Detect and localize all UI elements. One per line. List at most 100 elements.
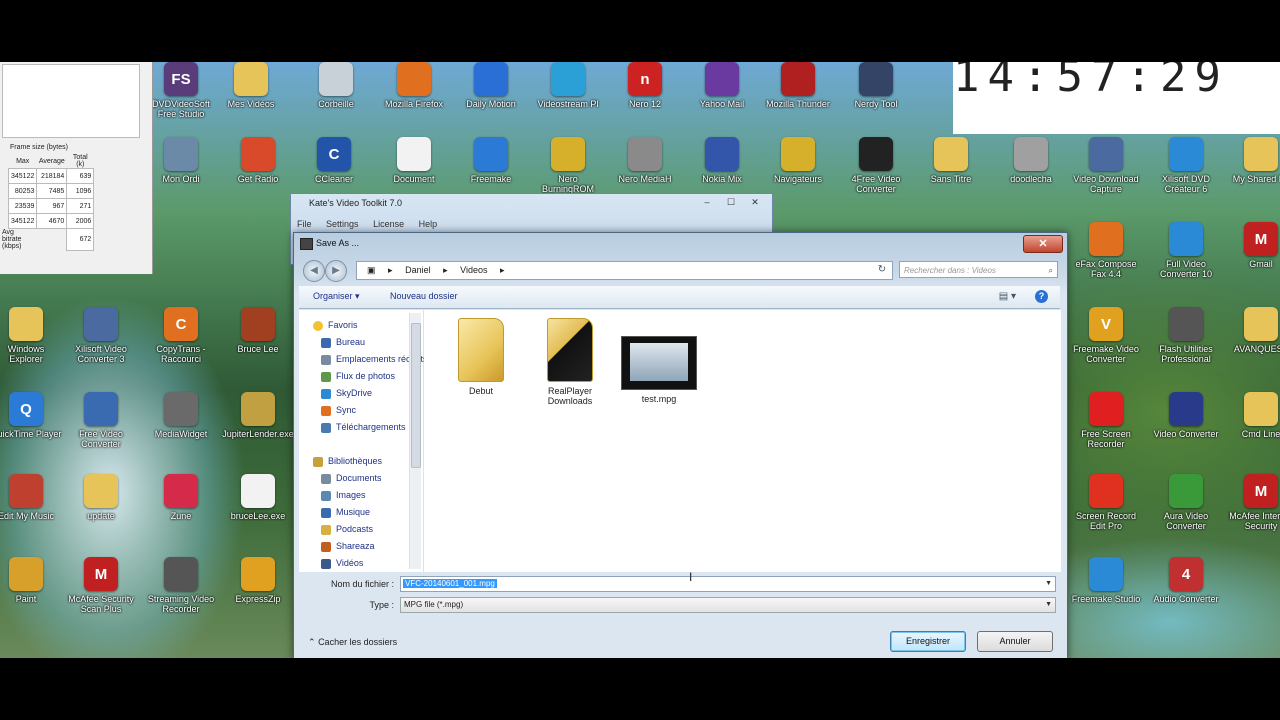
desktop-icon-mozilla-firefox[interactable]: Mozilla Firefox — [378, 62, 450, 138]
forward-button[interactable]: ▶ — [325, 260, 347, 282]
desktop-icon-paint[interactable]: Paint — [0, 557, 62, 633]
desktop-icon-cmd-line[interactable]: Cmd Line — [1225, 392, 1280, 468]
desktop-icon-dvdvideosoft-free-studio[interactable]: FS DVDVideoSoft Free Studio — [145, 62, 217, 138]
desktop-icon-videostream-pl[interactable]: Videostream Pl — [532, 62, 604, 138]
breadcrumb-daniel[interactable]: Daniel — [405, 265, 431, 275]
app-icon — [84, 307, 118, 341]
app-icon — [1089, 557, 1123, 591]
desktop-icon-video-download-capture[interactable]: Video Download Capture — [1070, 137, 1142, 213]
app-icon — [1169, 307, 1203, 341]
desktop-icon-edit-my-music[interactable]: Edit My Music — [0, 474, 62, 550]
app-icon: V — [1089, 307, 1123, 341]
dialog-close-button[interactable]: ✕ — [1023, 235, 1063, 253]
desktop-icon-windows-explorer[interactable]: Windows Explorer — [0, 307, 62, 383]
desktop-icon-copytrans-raccourci[interactable]: C CopyTrans - Raccourci — [145, 307, 217, 383]
desktop-icon-full-video-converter-10[interactable]: Full Video Converter 10 — [1150, 222, 1222, 298]
menu-file[interactable]: File — [297, 219, 312, 229]
desktop-icon-sans-titre[interactable]: Sans Titre — [915, 137, 987, 213]
search-input[interactable]: Rechercher dans : Videos ⌕ — [899, 261, 1058, 278]
desktop-icon-video-converter[interactable]: Video Converter — [1150, 392, 1222, 468]
type-select[interactable]: MPG file (*.mpg) ▼ — [400, 597, 1056, 613]
menu-settings[interactable]: Settings — [326, 219, 359, 229]
breadcrumb-sep: ▸ — [500, 265, 505, 275]
desktop-icon-free-screen-recorder[interactable]: Free Screen Recorder — [1070, 392, 1142, 468]
save-button[interactable]: Enregistrer — [890, 631, 966, 652]
app-icon — [551, 62, 585, 96]
desktop-icon-label: Windows Explorer — [7, 344, 45, 364]
desktop-icon-label: Sans Titre — [930, 174, 972, 184]
desktop-icon-xilisoft-dvd-cr-ateur-6[interactable]: Xilisoft DVD Créateur 6 — [1150, 137, 1222, 213]
filename-input[interactable]: VFC-20140601_001.mpg ▼ — [400, 576, 1056, 592]
desktop-icon-brucelee-exe[interactable]: bruceLee.exe — [222, 474, 294, 550]
file-item[interactable]: RealPlayer Downloads — [525, 318, 615, 406]
desktop-icon-update[interactable]: update — [65, 474, 137, 550]
desktop-icon-free-video-converter[interactable]: Free Video Converter — [65, 392, 137, 468]
desktop-icon-nerdy-tool[interactable]: Nerdy Tool — [840, 62, 912, 138]
address-bar[interactable]: ▣ ▸ Daniel ▸ Videos ▸ — [356, 261, 893, 280]
desktop-icon-daily-motion[interactable]: Daily Motion — [455, 62, 527, 138]
desktop-icon-mes-vid-os[interactable]: Mes Vidéos — [215, 62, 287, 138]
view-options-icon[interactable]: ▤ ▾ — [999, 291, 1016, 302]
nav-scrollbar[interactable] — [409, 313, 421, 569]
chevron-down-icon[interactable]: ▼ — [1045, 598, 1052, 612]
desktop-icon-mediawidget[interactable]: MediaWidget — [145, 392, 217, 468]
menu-bar: File Settings License Help — [297, 219, 449, 229]
file-item[interactable]: Debut — [436, 318, 526, 396]
back-button[interactable]: ◀ — [303, 260, 325, 282]
breadcrumb-videos[interactable]: Videos — [460, 265, 487, 275]
refresh-icon[interactable]: ↻ — [873, 261, 891, 278]
desktop-icon-corbeille[interactable]: Corbeille — [300, 62, 372, 138]
desktop-icon-avanquest[interactable]: AVANQUEST — [1225, 307, 1280, 383]
search-icon[interactable]: ⌕ — [1049, 262, 1053, 279]
desktop-icon-yahoo-mail[interactable]: Yahoo Mail — [686, 62, 758, 138]
desktop-icon-nero-12[interactable]: n Nero 12 — [609, 62, 681, 138]
help-icon[interactable]: ? — [1035, 290, 1048, 303]
cancel-button[interactable]: Annuler — [977, 631, 1053, 652]
desktop-icon-zune[interactable]: Zune — [145, 474, 217, 550]
desktop-icon-label: Xilisoft Video Converter 3 — [75, 344, 127, 364]
desktop-icon-4free-video-converter[interactable]: 4Free Video Converter — [840, 137, 912, 213]
desktop-icon-streaming-video-recorder[interactable]: Streaming Video Recorder — [145, 557, 217, 633]
hide-folders-toggle[interactable]: ⌃ Cacher les dossiers — [308, 637, 397, 648]
desktop-icon-label: Free Video Converter — [79, 429, 123, 449]
desktop-icon-screen-record-edit-pro[interactable]: Screen Record Edit Pro — [1070, 474, 1142, 550]
desktop-icon-my-shared-fo[interactable]: My Shared Fo — [1225, 137, 1280, 213]
desktop-icon-jupiterlender-exe[interactable]: JupiterLender.exe — [222, 392, 294, 468]
app-icon — [705, 137, 739, 171]
desktop-icon-mcafee-security-scan-plus[interactable]: M McAfee Security Scan Plus — [65, 557, 137, 633]
chevron-down-icon[interactable]: ▼ — [1045, 577, 1052, 591]
desktop-icon-get-radio[interactable]: Get Radio — [222, 137, 294, 213]
nav-libraries[interactable]: Bibliothèques — [313, 453, 423, 469]
minimize-button[interactable]: – — [698, 196, 716, 208]
maximize-button[interactable]: ☐ — [722, 196, 740, 208]
desktop-icon-xilisoft-video-converter-3[interactable]: Xilisoft Video Converter 3 — [65, 307, 137, 383]
desktop-icon-expresszip[interactable]: ExpressZip — [222, 557, 294, 633]
desktop-icon-quicktime-player[interactable]: Q QuickTime Player — [0, 392, 62, 468]
desktop-icon-efax-compose-fax-4-4[interactable]: eFax Compose Fax 4.4 — [1070, 222, 1142, 298]
command-bar: Organiser ▾ Nouveau dossier ▤ ▾ ? — [299, 286, 1060, 309]
app-icon — [319, 62, 353, 96]
file-item[interactable]: test.mpg — [614, 336, 704, 404]
desktop-icon-mozilla-thunder[interactable]: Mozilla Thunder — [762, 62, 834, 138]
desktop-icon-doodlecha[interactable]: doodlecha — [995, 137, 1067, 213]
app-icon — [397, 137, 431, 171]
desktop-icon-bruce-lee[interactable]: Bruce Lee — [222, 307, 294, 383]
desktop-icon-freemake-studio[interactable]: Freemake Studio — [1070, 557, 1142, 633]
new-folder-button[interactable]: Nouveau dossier — [390, 291, 458, 301]
desktop-icon-gmail[interactable]: M Gmail — [1225, 222, 1280, 298]
nav-favorites[interactable]: Favoris — [313, 317, 423, 333]
desktop-icon-aura-video-converter[interactable]: Aura Video Converter — [1150, 474, 1222, 550]
desktop-icon-audio-converter[interactable]: 4 Audio Converter — [1150, 557, 1222, 633]
folder-icon — [458, 318, 504, 382]
desktop-icon-freemake-video-converter[interactable]: V Freemake Video Converter — [1070, 307, 1142, 383]
desktop-icon-mcafee-internet-security[interactable]: M McAfee Internet Security — [1225, 474, 1280, 550]
stats-row: 345122 4670 2006 — [0, 213, 95, 229]
close-button[interactable]: ✕ — [746, 196, 764, 208]
app-icon — [1244, 392, 1278, 426]
desktop-icon-mon-ordi[interactable]: Mon Ordi — [145, 137, 217, 213]
desktop-icon-flash-utilities-professional[interactable]: Flash Utilities Professional — [1150, 307, 1222, 383]
scrollbar-thumb[interactable] — [411, 323, 421, 468]
organize-button[interactable]: Organiser ▾ — [313, 291, 360, 302]
menu-license[interactable]: License — [373, 219, 404, 229]
menu-help[interactable]: Help — [419, 219, 438, 229]
